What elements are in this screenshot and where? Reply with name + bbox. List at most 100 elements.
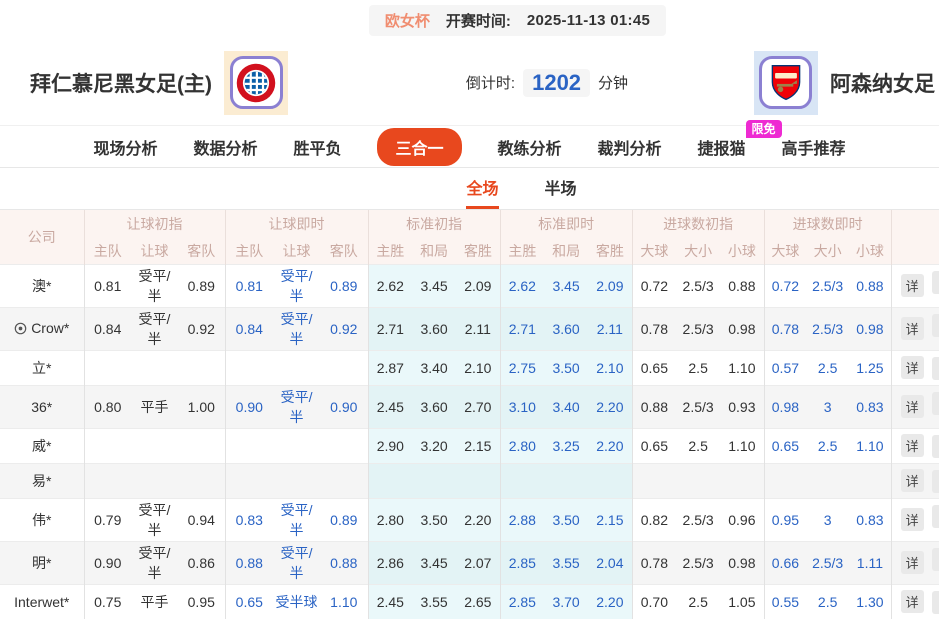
kickoff-time: 2025-11-13 01:45 [527,12,650,29]
away-team-name: 阿森纳女足 [830,68,935,98]
top-bar: 欧女杯 开赛时间: 2025-11-13 01:45 [0,0,939,40]
odds-cell: 2.90 [368,428,412,463]
odds-cell: 2.65 [456,584,500,619]
detail-button[interactable]: 详 [901,434,924,457]
main-nav: 现场分析 数据分析 胜平负 三合一 教练分析 裁判分析 捷报猫 限免 高手推荐 [0,125,939,168]
odds-cell: 0.95 [764,498,806,541]
odds-cell: 2.5/3 [806,307,849,350]
subcol-header: 大球 [632,238,676,264]
odds-cell [273,428,320,463]
odds-cell [849,463,891,498]
odds-cell: 3.60 [412,307,456,350]
odds-cell: 受半球 [273,584,320,619]
detail-button-clipped[interactable] [932,435,939,458]
detail-cell: 详 [891,541,939,584]
detail-button[interactable]: 详 [901,356,924,379]
odds-cell: 2.5 [806,428,849,463]
home-team-logo [224,51,288,115]
bayern-crest-icon [230,56,283,109]
odds-cell: 2.86 [368,541,412,584]
detail-cell: 详 [891,350,939,385]
odds-cell: 2.85 [500,541,544,584]
odds-cell: 2.71 [500,307,544,350]
odds-cell: 0.72 [764,264,806,307]
detail-button-clipped[interactable] [932,357,939,380]
odds-cell: 2.5 [806,350,849,385]
company-cell: 伟* [0,498,84,541]
odds-cell: 0.92 [320,307,368,350]
odds-cell: 0.86 [178,541,225,584]
subcol-header: 让球 [273,238,320,264]
odds-cell: 0.65 [225,584,273,619]
odds-cell: 0.83 [849,498,891,541]
detail-button[interactable]: 详 [901,317,924,340]
tab-full-match[interactable]: 全场 [466,168,498,209]
subcol-header: 小球 [849,238,891,264]
odds-cell [368,463,412,498]
detail-button[interactable]: 详 [901,590,924,613]
odds-cell [273,350,320,385]
tab-three-in-one[interactable]: 三合一 [377,128,461,166]
detail-cell: 详 [891,428,939,463]
detail-button-clipped[interactable] [932,392,939,415]
detail-button[interactable]: 详 [901,508,924,531]
odds-cell: 3.25 [544,428,588,463]
detail-button-clipped[interactable] [932,591,939,614]
odds-cell [320,463,368,498]
tab-jiebao-cat[interactable]: 捷报猫 限免 [698,135,746,159]
odds-cell [84,463,131,498]
tab-coach-analysis[interactable]: 教练分析 [498,135,562,159]
tab-data-analysis[interactable]: 数据分析 [193,135,257,159]
odds-cell: 0.78 [632,541,676,584]
detail-button[interactable]: 详 [901,469,924,492]
company-name: 明* [32,555,51,571]
group-standard-initial: 标准初指 [368,210,500,238]
odds-cell: 3.45 [412,264,456,307]
group-goals-live: 进球数即时 [764,210,891,238]
detail-button[interactable]: 详 [901,395,924,418]
odds-cell: 2.09 [588,264,632,307]
odds-cell: 受平/半 [273,498,320,541]
odds-cell: 1.10 [320,584,368,619]
subcol-header: 主队 [84,238,131,264]
company-name: 威* [32,438,51,454]
odds-cell [500,463,544,498]
countdown-label: 倒计时: [466,72,515,93]
odds-cell: 2.87 [368,350,412,385]
detail-cell: 详 [891,498,939,541]
subcol-header: 小球 [720,238,764,264]
odds-table: 公司 让球初指 让球即时 标准初指 标准即时 进球数初指 进球数即时 主队 让球… [0,210,939,619]
odds-cell: 1.00 [178,385,225,428]
odds-cell: 0.89 [178,264,225,307]
tab-expert-picks[interactable]: 高手推荐 [782,135,846,159]
odds-cell: 2.11 [588,307,632,350]
detail-button-clipped[interactable] [932,505,939,528]
subcol-header: 和局 [544,238,588,264]
detail-button[interactable]: 详 [901,274,924,297]
odds-cell: 2.10 [456,350,500,385]
odds-row: 36* 0.80 平手 1.00 0.90 受平/半 0.90 2.45 3.6… [0,385,939,428]
detail-cell: 详 [891,463,939,498]
tab-live-analysis[interactable]: 现场分析 [93,135,157,159]
tab-win-draw-lose[interactable]: 胜平负 [293,135,341,159]
tab-half-match[interactable]: 半场 [545,168,577,209]
detail-button-clipped[interactable] [932,548,939,571]
odds-cell: 受平/半 [131,307,178,350]
detail-button[interactable]: 详 [901,551,924,574]
company-cell: Crow* [0,307,84,350]
odds-cell: 2.5 [676,428,720,463]
detail-button-clipped[interactable] [932,314,939,337]
tab-referee-analysis[interactable]: 裁判分析 [598,135,662,159]
odds-cell: 0.65 [764,428,806,463]
odds-cell: 0.57 [764,350,806,385]
odds-cell: 0.93 [720,385,764,428]
company-cell: 立* [0,350,84,385]
odds-cell: 2.20 [588,428,632,463]
odds-cell: 受平/半 [131,498,178,541]
detail-button-clipped[interactable] [932,470,939,493]
odds-cell: 0.95 [178,584,225,619]
company-cell: Interwet* [0,584,84,619]
detail-button-clipped[interactable] [932,271,939,294]
odds-cell: 0.84 [225,307,273,350]
odds-cell: 3.70 [544,584,588,619]
